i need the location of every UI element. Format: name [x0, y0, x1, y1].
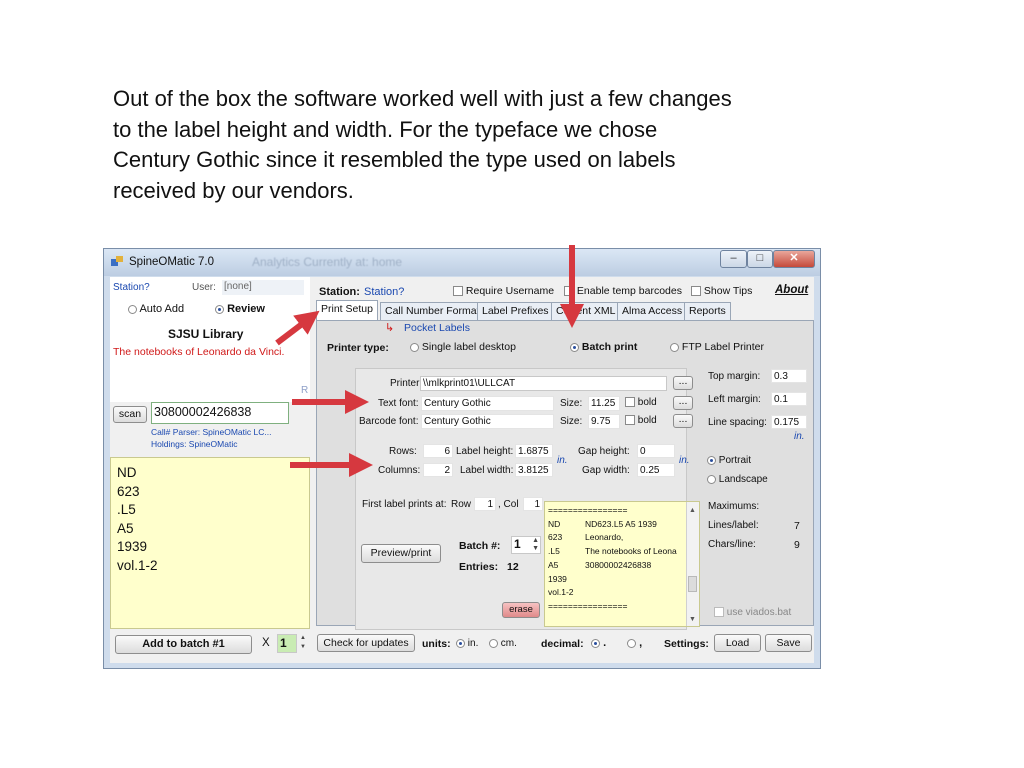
arrow-to-print-setup-icon — [275, 310, 320, 346]
callout-arrows — [275, 245, 584, 477]
